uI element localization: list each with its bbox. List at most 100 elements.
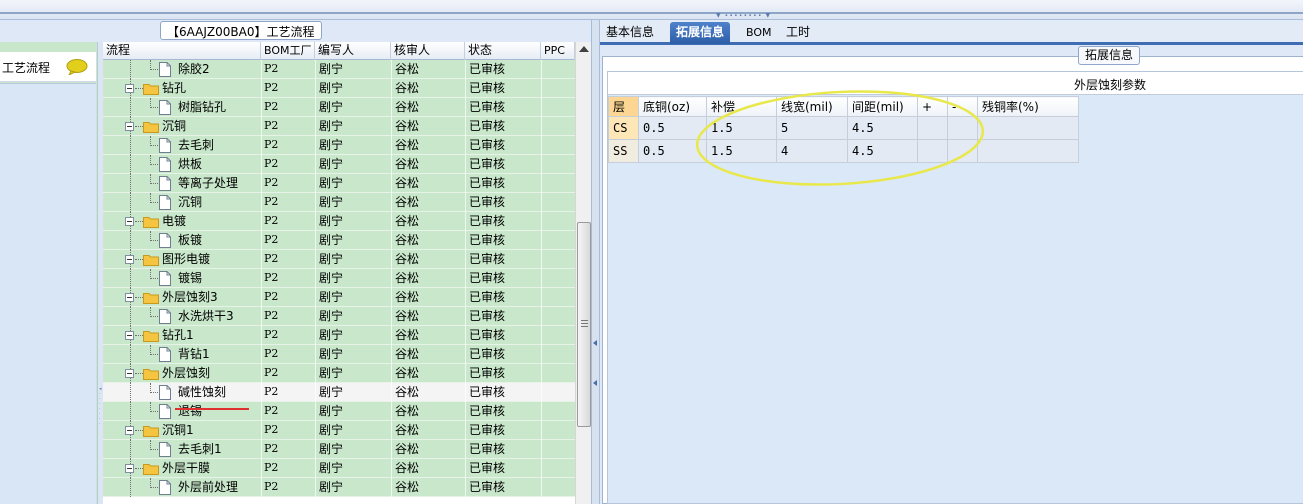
tree-line xyxy=(150,392,158,393)
col-header-ppc[interactable]: PPC xyxy=(541,42,575,60)
column-separator xyxy=(261,364,262,383)
tree-line xyxy=(135,126,143,127)
col-header-status[interactable]: 状态 xyxy=(465,42,541,60)
table-row[interactable]: 图形电镀 P2 剧宁 谷松 已审核 xyxy=(103,250,575,269)
column-separator xyxy=(315,60,316,79)
table-row[interactable]: 烘板 P2 剧宁 谷松 已审核 xyxy=(103,155,575,174)
column-separator xyxy=(541,288,542,307)
tab-work-hours[interactable]: 工时 xyxy=(780,22,816,44)
expander-minus-icon[interactable] xyxy=(125,255,134,264)
status-cell: 已审核 xyxy=(469,195,506,209)
column-separator xyxy=(315,326,316,345)
col-header-checker[interactable]: 核审人 xyxy=(391,42,465,60)
checker-cell: 谷松 xyxy=(395,119,420,133)
table-row[interactable]: 沉铜 P2 剧宁 谷松 已审核 xyxy=(103,117,575,136)
table-row[interactable]: 背钻1 P2 剧宁 谷松 已审核 xyxy=(103,345,575,364)
col-header-writer[interactable]: 编写人 xyxy=(315,42,391,60)
column-separator xyxy=(315,212,316,231)
column-separator xyxy=(541,250,542,269)
column-separator xyxy=(541,193,542,212)
expander-minus-icon[interactable] xyxy=(125,293,134,302)
col-header-bom-factory[interactable]: BOM工厂 xyxy=(261,42,315,60)
table-row[interactable]: 钻孔1 P2 剧宁 谷松 已审核 xyxy=(103,326,575,345)
writer-cell: 剧宁 xyxy=(319,100,344,114)
column-separator xyxy=(315,288,316,307)
table-row[interactable]: 沉铜1 P2 剧宁 谷松 已审核 xyxy=(103,421,575,440)
tree-node-label: 去毛刺1 xyxy=(178,442,222,456)
column-separator xyxy=(541,60,542,79)
table-row[interactable]: 镀锡 P2 剧宁 谷松 已审核 xyxy=(103,269,575,288)
column-separator xyxy=(315,364,316,383)
status-cell: 已审核 xyxy=(469,100,506,114)
collapse-arrow-icon[interactable] xyxy=(593,380,597,386)
table-row[interactable]: 沉铜 P2 剧宁 谷松 已审核 xyxy=(103,193,575,212)
scroll-up-arrow-icon[interactable] xyxy=(579,46,589,52)
tab-bom[interactable]: BOM xyxy=(740,22,778,44)
table-row[interactable]: 去毛刺 P2 剧宁 谷松 已审核 xyxy=(103,136,575,155)
table-row[interactable]: 板镀 P2 剧宁 谷松 已审核 xyxy=(103,231,575,250)
collapse-arrow-icon[interactable] xyxy=(593,340,597,346)
param-header-layer[interactable]: 层 xyxy=(608,96,639,117)
top-divider xyxy=(0,12,1303,14)
table-row[interactable]: 外层蚀刻 P2 剧宁 谷松 已审核 xyxy=(103,364,575,383)
red-underline-annotation xyxy=(175,408,249,410)
table-row[interactable]: 外层干膜 P2 剧宁 谷松 已审核 xyxy=(103,459,575,478)
column-separator xyxy=(465,459,466,478)
column-separator xyxy=(541,174,542,193)
param-header-residual-copper[interactable]: 残铜率(%) xyxy=(977,96,1079,117)
checker-cell: 谷松 xyxy=(395,366,420,380)
table-row[interactable]: 去毛刺1 P2 剧宁 谷松 已审核 xyxy=(103,440,575,459)
tab-extended-info[interactable]: 拓展信息 xyxy=(670,22,731,44)
scroll-thumb[interactable] xyxy=(577,222,591,427)
status-cell: 已审核 xyxy=(469,138,506,152)
nav-item-process[interactable]: 工艺流程 xyxy=(0,52,96,82)
checker-cell: 谷松 xyxy=(395,195,420,209)
document-icon xyxy=(159,100,171,115)
table-row[interactable]: 外层蚀刻3 P2 剧宁 谷松 已审核 xyxy=(103,288,575,307)
table-row[interactable]: 树脂钻孔 P2 剧宁 谷松 已审核 xyxy=(103,98,575,117)
table-row[interactable]: 水洗烘干3 P2 剧宁 谷松 已审核 xyxy=(103,307,575,326)
checker-cell: 谷松 xyxy=(395,423,420,437)
column-separator xyxy=(465,155,466,174)
expander-minus-icon[interactable] xyxy=(125,464,134,473)
splitter-grip-icon[interactable]: ▼ ∙∙∙∙∙∙∙∙ ▼ xyxy=(716,12,780,19)
column-separator xyxy=(541,155,542,174)
writer-cell: 剧宁 xyxy=(319,271,344,285)
expander-minus-icon[interactable] xyxy=(125,426,134,435)
column-separator xyxy=(261,136,262,155)
param-cell[interactable]: SS xyxy=(608,139,639,163)
expander-minus-icon[interactable] xyxy=(125,369,134,378)
status-cell: 已审核 xyxy=(469,328,506,342)
checker-cell: 谷松 xyxy=(395,442,420,456)
param-cell[interactable] xyxy=(977,139,1079,163)
tree-node-label: 镀锡 xyxy=(178,271,203,285)
table-row[interactable]: 外层前处理 P2 剧宁 谷松 已审核 xyxy=(103,478,575,497)
process-panel-title: 【6AAJZ00BA0】工艺流程 xyxy=(160,21,322,40)
column-separator xyxy=(391,326,392,345)
table-row[interactable]: 碱性蚀刻 P2 剧宁 谷松 已审核 xyxy=(103,383,575,402)
table-row[interactable]: 电镀 P2 剧宁 谷松 已审核 xyxy=(103,212,575,231)
expander-minus-icon[interactable] xyxy=(125,84,134,93)
column-separator xyxy=(541,421,542,440)
column-separator xyxy=(391,136,392,155)
table-row[interactable]: 等离子处理 P2 剧宁 谷松 已审核 xyxy=(103,174,575,193)
status-cell: 已审核 xyxy=(469,176,506,190)
writer-cell: 剧宁 xyxy=(319,252,344,266)
param-cell[interactable]: CS xyxy=(608,116,639,140)
tab-basic-info[interactable]: 基本信息 xyxy=(600,22,660,44)
column-separator xyxy=(391,478,392,497)
expander-minus-icon[interactable] xyxy=(125,331,134,340)
process-scrollbar[interactable] xyxy=(575,42,591,504)
expander-minus-icon[interactable] xyxy=(125,122,134,131)
table-row[interactable]: 钻孔 P2 剧宁 谷松 已审核 xyxy=(103,79,575,98)
table-row[interactable]: 退锡 P2 剧宁 谷松 已审核 xyxy=(103,402,575,421)
col-header-flow[interactable]: 流程 xyxy=(103,42,261,60)
right-splitter[interactable] xyxy=(591,20,600,504)
tree-line xyxy=(150,145,158,146)
table-row[interactable]: 除胶2 P2 剧宁 谷松 已审核 xyxy=(103,60,575,79)
param-cell[interactable] xyxy=(977,116,1079,140)
factory-cell: P2 xyxy=(264,176,279,189)
expander-minus-icon[interactable] xyxy=(125,217,134,226)
factory-cell: P2 xyxy=(264,62,279,75)
tree-line xyxy=(135,221,143,222)
